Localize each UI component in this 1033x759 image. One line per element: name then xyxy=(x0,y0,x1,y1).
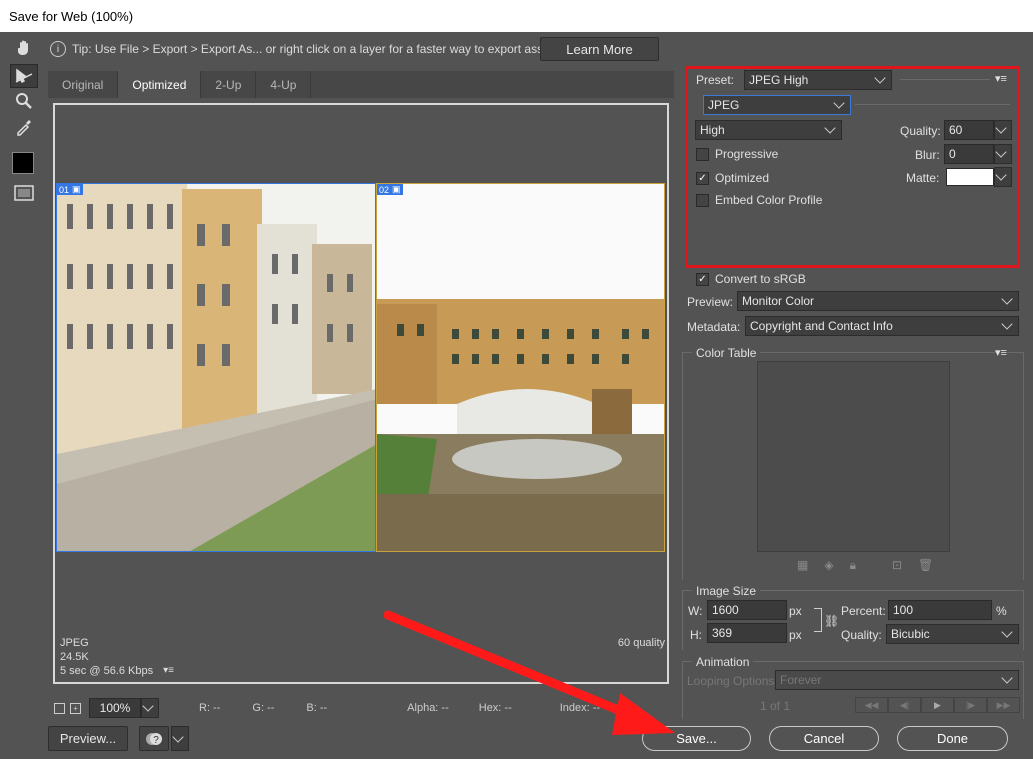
svg-text:?: ? xyxy=(153,735,159,746)
learn-more-button[interactable]: Learn More xyxy=(540,37,659,61)
chevron-down-icon xyxy=(1001,318,1013,330)
color-table-actions: ▦ ◈ 🔒︎ ⊡ 🗑︎ xyxy=(797,558,933,573)
zoom-field[interactable]: 100% xyxy=(89,698,141,718)
height-label: H: xyxy=(690,628,702,642)
highlight-box xyxy=(685,66,1020,268)
info-menu-icon[interactable]: ▾≡ xyxy=(163,664,174,678)
metadata-dropdown[interactable]: Copyright and Contact Info xyxy=(745,316,1019,336)
resample-quality-label: Quality: xyxy=(841,628,882,642)
chevron-down-icon xyxy=(1001,626,1013,638)
tab-4up[interactable]: 4-Up xyxy=(256,71,312,98)
info-icon: i xyxy=(50,41,66,57)
looping-label: Looping Options: xyxy=(687,674,778,688)
width-label: W: xyxy=(688,604,703,618)
link-chain-icon[interactable]: ⛓ xyxy=(824,614,839,628)
tip-text: Tip: Use File > Export > Export As... or… xyxy=(72,42,560,56)
zoom-in-icon[interactable]: + xyxy=(70,702,81,714)
slice-select-tool-icon[interactable] xyxy=(10,64,38,88)
resample-quality-dropdown[interactable]: Bicubic xyxy=(886,624,1019,644)
animation-controls: ◀◀ ◀| ▶ |▶ ▶▶ xyxy=(855,697,1020,713)
trash-icon[interactable]: 🗑︎ xyxy=(918,558,933,573)
window-title-bar: Save for Web (100%) xyxy=(0,0,1033,32)
tab-optimized[interactable]: Optimized xyxy=(118,71,202,98)
width-field[interactable]: 1600 xyxy=(707,600,787,620)
browser-select-dropdown[interactable] xyxy=(171,726,189,751)
next-frame-icon[interactable]: |▶ xyxy=(954,697,987,713)
eyedropper-tool-icon[interactable] xyxy=(10,115,38,139)
slice-01-pane[interactable]: 01 ▣ xyxy=(56,183,376,552)
zoom-out-icon[interactable] xyxy=(54,702,65,714)
zoom-tool-icon[interactable] xyxy=(10,89,38,113)
tab-original[interactable]: Original xyxy=(48,71,119,98)
convert-srgb-checkbox[interactable]: ✓ xyxy=(696,272,709,286)
resample-quality-value: Bicubic xyxy=(891,627,930,641)
first-frame-icon[interactable]: ◀◀ xyxy=(855,697,888,713)
info-download-time: 5 sec @ 56.6 Kbps xyxy=(60,665,154,677)
width-unit: px xyxy=(789,604,802,618)
tool-strip xyxy=(0,32,46,759)
bridge-photo xyxy=(377,184,664,551)
percent-unit: % xyxy=(996,604,1007,618)
preview-value: Monitor Color xyxy=(742,294,815,308)
status-r: R: -- xyxy=(199,702,221,714)
slice-02-pane[interactable]: 02 ▣ xyxy=(376,183,665,552)
looping-dropdown: Forever xyxy=(775,670,1019,690)
status-g: G: -- xyxy=(252,702,275,714)
color-table-title: Color Table xyxy=(692,346,761,360)
convert-srgb-label: Convert to sRGB xyxy=(715,272,806,286)
preview-button[interactable]: Preview... xyxy=(48,726,128,751)
lock-icon[interactable]: 🔒︎ xyxy=(850,558,856,573)
chevron-down-icon xyxy=(172,730,184,743)
zoom-dropdown[interactable] xyxy=(141,698,159,718)
color-table-grid xyxy=(757,361,950,552)
animation-title: Animation xyxy=(692,655,754,669)
new-color-icon[interactable]: ⊡ xyxy=(892,558,902,573)
height-unit: px xyxy=(789,628,802,642)
slice-01-label: 01 ▣ xyxy=(57,184,83,195)
convert-srgb-option[interactable]: ✓ Convert to sRGB xyxy=(696,272,806,286)
frame-counter: 1 of 1 xyxy=(760,699,791,713)
preview-dropdown[interactable]: Monitor Color xyxy=(737,291,1019,311)
cancel-button[interactable]: Cancel xyxy=(769,726,879,751)
eyedropper-color-swatch[interactable] xyxy=(12,152,34,174)
metadata-label: Metadata: xyxy=(687,320,741,334)
slice-02-number: 02 xyxy=(379,184,390,195)
toggle-slices-icon[interactable] xyxy=(10,181,38,205)
image-size-title: Image Size xyxy=(692,584,761,598)
percent-field[interactable]: 100 xyxy=(888,600,992,620)
chevron-down-icon xyxy=(1001,293,1013,305)
metadata-value: Copyright and Contact Info xyxy=(750,319,893,333)
last-frame-icon[interactable]: ▶▶ xyxy=(987,697,1020,713)
slice-01-number: 01 xyxy=(59,184,70,195)
chevron-down-icon xyxy=(1001,672,1013,684)
prev-frame-icon[interactable]: ◀| xyxy=(888,697,921,713)
web-shift-icon[interactable]: ◈ xyxy=(824,558,833,573)
image-icon: ▣ xyxy=(72,184,81,194)
chevron-down-icon xyxy=(142,700,154,712)
status-b: B: -- xyxy=(306,702,328,714)
height-field[interactable]: 369 xyxy=(707,623,787,643)
done-button[interactable]: Done xyxy=(897,726,1008,751)
play-icon[interactable]: ▶ xyxy=(921,697,954,713)
hand-tool-icon[interactable] xyxy=(10,36,38,60)
preview-label: Preview: xyxy=(687,295,734,309)
link-bracket xyxy=(814,608,822,632)
looping-value: Forever xyxy=(780,673,822,687)
image-icon: ▣ xyxy=(392,184,401,194)
view-tabs: Original Optimized 2-Up 4-Up xyxy=(48,71,674,98)
slice-02-label: 02 ▣ xyxy=(377,184,403,195)
annotation-arrow-icon xyxy=(383,610,675,735)
tab-2up[interactable]: 2-Up xyxy=(201,71,257,98)
color-table-menu-icon[interactable]: ▾≡ xyxy=(995,346,1007,359)
window-title: Save for Web (100%) xyxy=(9,9,134,24)
street-photo xyxy=(57,184,375,551)
map-transparent-icon[interactable]: ▦ xyxy=(797,558,808,573)
percent-label: Percent: xyxy=(841,604,886,618)
browser-preview-icon[interactable]: ? xyxy=(139,726,169,751)
